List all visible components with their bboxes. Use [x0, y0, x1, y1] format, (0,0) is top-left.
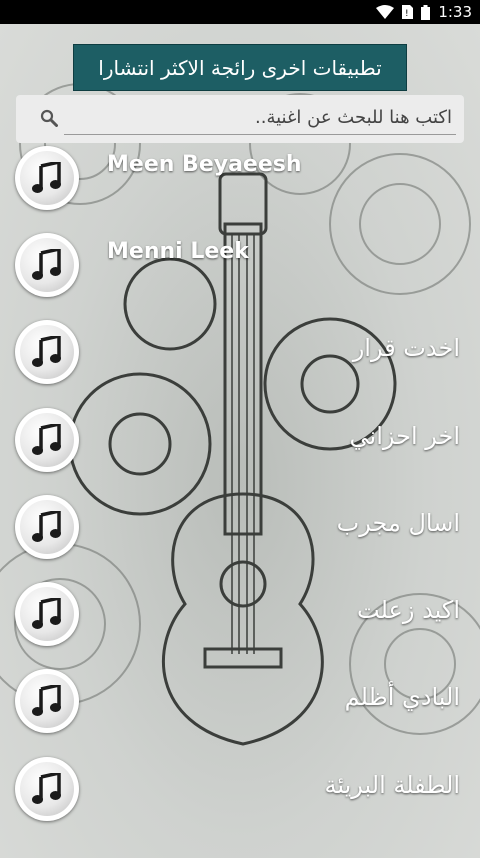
song-item[interactable]: الطفلة البريئة	[0, 747, 480, 827]
music-note-icon	[20, 587, 74, 641]
search-icon[interactable]	[40, 109, 58, 127]
song-item[interactable]: Menni Leek	[0, 223, 480, 303]
svg-text:!: !	[405, 9, 409, 19]
music-note-icon	[20, 413, 74, 467]
battery-icon	[421, 4, 431, 20]
clock: 1:33	[438, 3, 472, 21]
music-note-disc	[15, 669, 79, 733]
song-title: اخر احزاني	[349, 422, 460, 450]
song-item[interactable]: اخدت قرار	[0, 310, 480, 390]
music-note-disc	[15, 757, 79, 821]
music-note-disc	[15, 320, 79, 384]
song-item[interactable]: اسال مجرب	[0, 485, 480, 565]
music-note-disc	[15, 495, 79, 559]
music-note-disc	[15, 582, 79, 646]
song-title: اكيد زعلت	[357, 596, 460, 624]
song-item[interactable]: اكيد زعلت	[0, 572, 480, 652]
search-input[interactable]	[76, 101, 452, 133]
music-note-icon	[20, 238, 74, 292]
song-title: اسال مجرب	[336, 509, 460, 537]
status-bar: ! 1:33	[0, 0, 480, 24]
banner-label: تطبيقات اخرى رائجة الاكثر انتشارا	[98, 55, 382, 80]
music-note-icon	[20, 500, 74, 554]
music-note-icon	[20, 674, 74, 728]
no-sim-icon: !	[402, 5, 414, 19]
song-item[interactable]: Meen Beyaeesh	[0, 136, 480, 216]
song-title: البادي أظلم	[344, 683, 460, 711]
song-title: Menni Leek	[107, 239, 249, 264]
music-note-icon	[20, 325, 74, 379]
song-title: Meen Beyaeesh	[107, 152, 302, 177]
music-note-icon	[20, 762, 74, 816]
music-note-disc	[15, 233, 79, 297]
search-underline	[64, 134, 456, 135]
wifi-icon	[376, 5, 395, 19]
music-note-icon	[20, 151, 74, 205]
song-item[interactable]: البادي أظلم	[0, 659, 480, 739]
song-title: الطفلة البريئة	[324, 771, 460, 799]
music-note-disc	[15, 146, 79, 210]
music-note-disc	[15, 408, 79, 472]
song-item[interactable]: اخر احزاني	[0, 398, 480, 478]
song-title: اخدت قرار	[352, 334, 460, 362]
more-apps-banner[interactable]: تطبيقات اخرى رائجة الاكثر انتشارا	[73, 44, 407, 91]
